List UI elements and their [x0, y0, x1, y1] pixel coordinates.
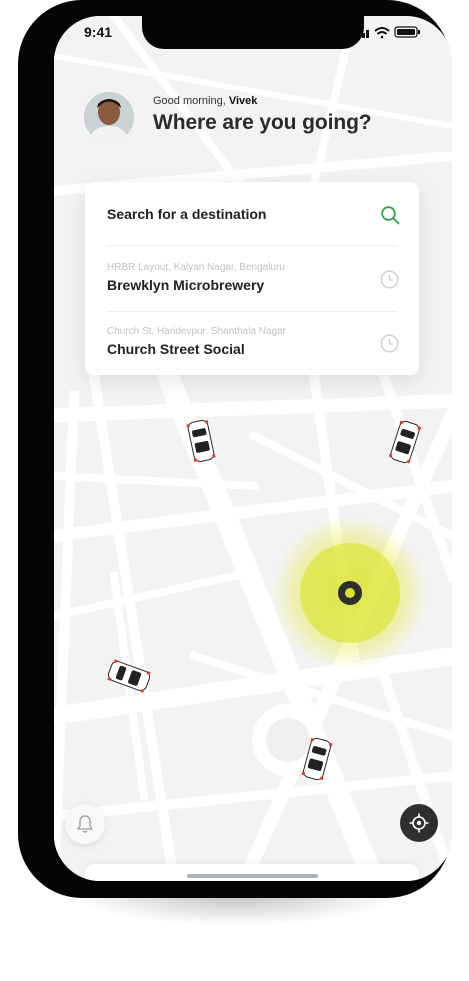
status-time: 9:41	[84, 24, 113, 40]
current-location-pin[interactable]	[338, 581, 362, 605]
phone-frame: 9:41 Good morning, Vivek Where are you g…	[18, 0, 452, 898]
user-name: Vivek	[228, 95, 258, 107]
locate-icon	[409, 813, 429, 833]
signal-icon	[362, 30, 369, 38]
search-icon[interactable]	[380, 205, 400, 225]
status-icons	[362, 26, 420, 39]
notifications-button[interactable]	[65, 804, 105, 844]
bottom-sheet[interactable]	[85, 864, 419, 881]
pin-center	[345, 588, 355, 598]
destination-card: Search for a destination HRBR Layout, Ka…	[85, 182, 419, 375]
divider	[107, 245, 397, 246]
home-indicator[interactable]	[187, 874, 318, 878]
greeting-prefix: Good morning,	[153, 95, 226, 107]
locate-me-button[interactable]	[400, 804, 438, 842]
wifi-icon	[374, 27, 390, 39]
recent-place-name: Church Street Social	[107, 341, 245, 357]
recent-place-name: Brewklyn Microbrewery	[107, 277, 265, 293]
search-input[interactable]: Search for a destination	[107, 206, 266, 222]
notch	[142, 16, 364, 49]
bell-icon	[77, 815, 93, 833]
recent-place-item[interactable]: HRBR Layout, Kalyan Nagar, Bengaluru Bre…	[85, 248, 419, 312]
recent-place-address: HRBR Layout, Kalyan Nagar, Bengaluru	[107, 262, 285, 273]
recent-place-item[interactable]: Church St, Haridevpur, Shanthala Nagar C…	[85, 312, 419, 376]
recent-place-address: Church St, Haridevpur, Shanthala Nagar	[107, 326, 286, 337]
clock-icon	[380, 334, 399, 353]
avatar-image	[84, 92, 134, 142]
greeting: Good morning, Vivek	[153, 95, 257, 107]
app-screen: 9:41 Good morning, Vivek Where are you g…	[54, 16, 452, 881]
page-title: Where are you going?	[153, 111, 372, 134]
avatar[interactable]	[84, 92, 134, 142]
clock-icon	[380, 270, 399, 289]
battery-icon	[394, 26, 420, 38]
